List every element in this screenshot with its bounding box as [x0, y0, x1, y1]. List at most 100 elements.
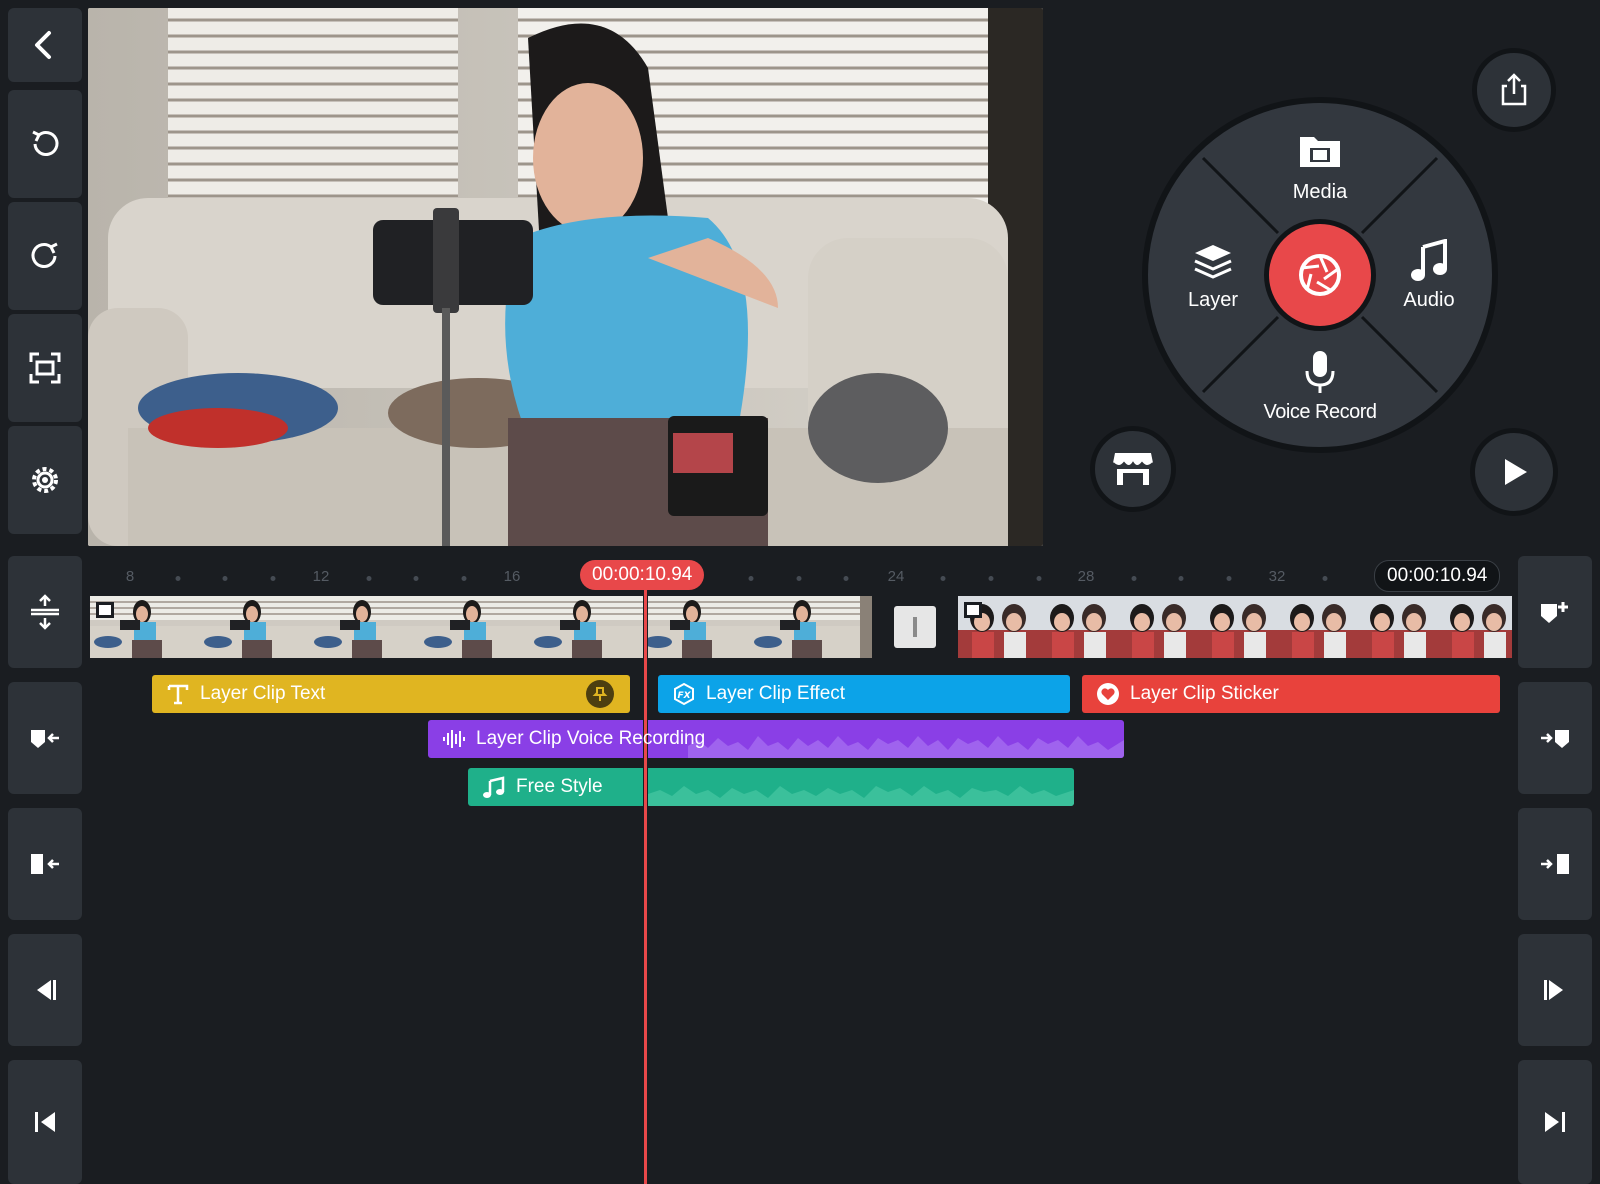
ruler-dot [843, 576, 849, 581]
skip-start-icon [35, 1112, 55, 1132]
transition-icon [913, 617, 917, 637]
voice-layer-clip[interactable]: Layer Clip Voice Recording [428, 720, 1124, 758]
skip-end-icon [1545, 1112, 1565, 1132]
redo-button[interactable] [8, 202, 82, 310]
ruler-tick: 12 [312, 568, 330, 585]
video-clip-2[interactable] [958, 596, 1512, 658]
timeline-ruler[interactable]: 8 12 16 20 24 28 32 [88, 556, 1516, 592]
shield-arrow-right-icon [1541, 730, 1569, 748]
next-frame-button[interactable] [1518, 934, 1592, 1046]
text-layer-clip[interactable]: Layer Clip Text [152, 675, 630, 713]
step-forward-icon [1544, 980, 1563, 1000]
radial-menu: Media Layer Audio Voice Record [1142, 97, 1498, 453]
layer-button[interactable]: Layer [1158, 233, 1268, 323]
sticker-layer-label: Layer Clip Sticker [1130, 683, 1279, 704]
undo-button[interactable] [8, 90, 82, 198]
media-folder-icon [1300, 137, 1340, 167]
shield-arrow-left-icon [31, 730, 59, 748]
ruler-dot [988, 576, 994, 581]
jump-start-button[interactable] [8, 1060, 82, 1184]
preview-image [88, 8, 1043, 546]
ruler-dot [270, 576, 276, 581]
effect-layer-label: Layer Clip Effect [706, 683, 846, 704]
jump-end-button[interactable] [1518, 1060, 1592, 1184]
music-note-icon [1411, 239, 1447, 281]
layers-icon [1194, 245, 1232, 279]
shutter-icon [1299, 254, 1341, 296]
clip-thumbnails [958, 596, 1512, 658]
fx-icon: FX [674, 682, 694, 706]
trim-right-icon [1541, 854, 1569, 874]
ruler-dot [1131, 576, 1137, 581]
ruler-dot [1178, 576, 1184, 581]
prev-frame-button[interactable] [8, 934, 82, 1046]
playhead-line-inner [644, 574, 647, 1184]
ruler-dot [748, 576, 754, 581]
audio-layer-label: Free Style [516, 776, 603, 797]
audio-button[interactable]: Audio [1374, 233, 1484, 323]
audio-waveform [648, 786, 1074, 806]
transition-button[interactable] [894, 606, 936, 648]
settings-icon [32, 467, 58, 493]
trim-left-button[interactable] [8, 808, 82, 920]
ruler-tick: 28 [1077, 568, 1095, 585]
voice-waveform [688, 736, 1124, 758]
sticker-layer-clip[interactable]: Layer Clip Sticker [1082, 675, 1500, 713]
svg-text:FX: FX [677, 691, 691, 701]
voice-layer-label: Layer Clip Voice Recording [476, 728, 706, 749]
microphone-icon [1305, 351, 1335, 393]
playhead-time[interactable]: 00:00:10.94 [580, 560, 705, 590]
redo-icon [31, 242, 58, 268]
shield-plus-icon [1541, 602, 1568, 623]
ruler-dot [461, 576, 467, 581]
waveform-icon [443, 730, 465, 748]
sticker-icon [1097, 683, 1119, 705]
text-icon [167, 684, 189, 705]
move-keyframe-right-button[interactable] [1518, 682, 1592, 794]
trim-left-icon [31, 854, 59, 874]
effect-layer-clip[interactable]: FX Layer Clip Effect [658, 675, 1070, 713]
voice-record-label: Voice Record [1263, 401, 1377, 423]
fullscreen-button[interactable] [8, 314, 82, 422]
step-back-icon [37, 980, 56, 1000]
voice-record-button[interactable]: Voice Record [1240, 343, 1400, 433]
add-bookmark-button[interactable] [1518, 556, 1592, 668]
video-preview[interactable] [88, 8, 1043, 546]
ruler-tick: 24 [887, 568, 905, 585]
play-icon [1505, 459, 1527, 485]
store-icon [1112, 453, 1154, 485]
layer-height-button[interactable] [8, 556, 82, 668]
total-duration: 00:00:10.94 [1374, 560, 1501, 592]
ruler-dot [1322, 576, 1328, 581]
ruler-dot [222, 576, 228, 581]
back-button[interactable] [8, 8, 82, 82]
ruler-dot [796, 576, 802, 581]
undo-icon [32, 130, 59, 156]
ruler-dot [1036, 576, 1042, 581]
share-icon [1501, 73, 1527, 106]
text-layer-label: Layer Clip Text [200, 683, 326, 704]
media-button[interactable]: Media [1250, 123, 1390, 213]
ruler-tick: 16 [503, 568, 521, 585]
ruler-tick: 8 [125, 568, 135, 585]
capture-button[interactable] [1264, 219, 1376, 331]
ruler-dot [175, 576, 181, 581]
trim-right-button[interactable] [1518, 808, 1592, 920]
pin-icon[interactable] [586, 680, 614, 708]
audio-label: Audio [1403, 289, 1455, 311]
ruler-dot [940, 576, 946, 581]
ruler-dot [1226, 576, 1232, 581]
video-clip-1[interactable] [90, 596, 872, 658]
music-note-icon [483, 776, 505, 798]
ruler-dot [413, 576, 419, 581]
clip-thumbnails [90, 596, 861, 658]
asset-store-button[interactable] [1090, 426, 1176, 512]
settings-button[interactable] [8, 426, 82, 534]
play-button[interactable] [1470, 428, 1558, 516]
ruler-tick: 32 [1268, 568, 1286, 585]
media-label: Media [1292, 181, 1348, 203]
move-keyframe-left-button[interactable] [8, 682, 82, 794]
ruler-dot [366, 576, 372, 581]
expand-vertical-icon [31, 594, 59, 630]
audio-layer-clip[interactable]: Free Style [468, 768, 1074, 806]
